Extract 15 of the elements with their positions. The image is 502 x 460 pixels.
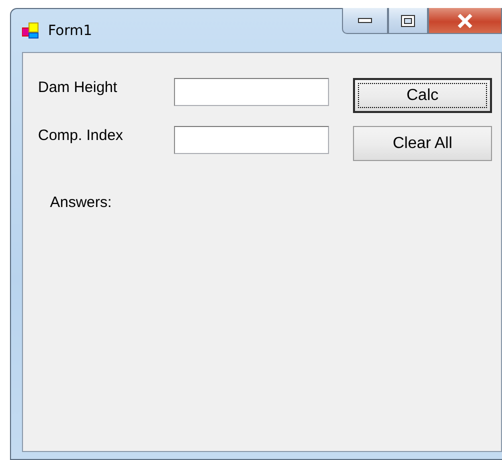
minimize-icon [358, 18, 372, 24]
text-input[interactable] [174, 78, 329, 106]
calc-button[interactable]: Calc [353, 78, 492, 113]
app-icon [22, 22, 40, 40]
clear-button[interactable]: Clear All [353, 126, 492, 161]
field-label: Comp. Index [38, 126, 124, 144]
close-button[interactable] [428, 8, 502, 34]
close-icon [457, 14, 473, 28]
maximize-button[interactable] [388, 8, 428, 34]
field-label: Dam Height [38, 78, 118, 96]
maximize-icon [401, 14, 415, 26]
answers-label: Answers: [50, 194, 112, 211]
minimize-button[interactable] [342, 8, 388, 34]
window-title: Form1 [48, 22, 92, 38]
text-input[interactable] [174, 126, 329, 154]
